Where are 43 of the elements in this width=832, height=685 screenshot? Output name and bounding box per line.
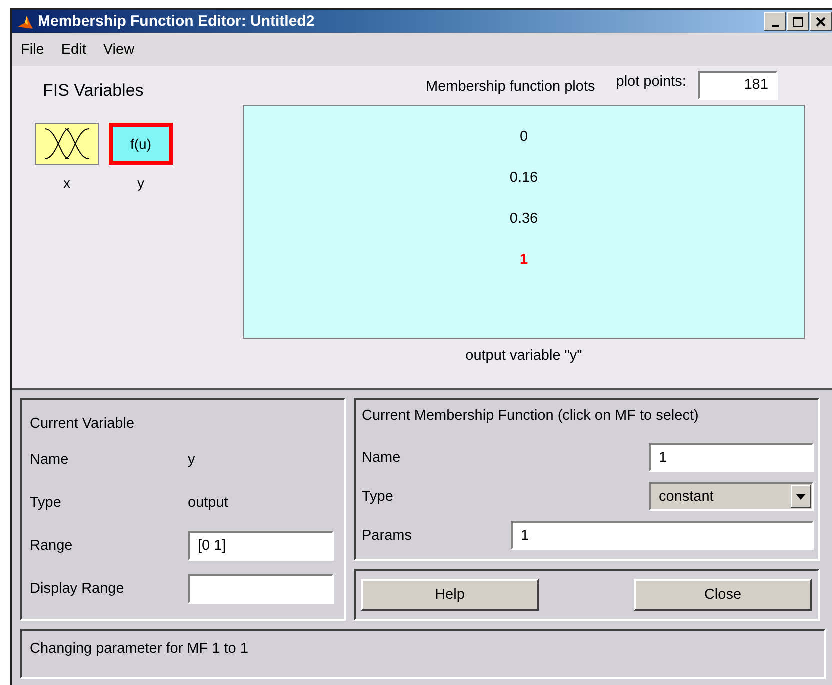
status-text: Changing parameter for MF 1 to 1 xyxy=(30,641,248,657)
menu-item[interactable]: View xyxy=(103,42,135,58)
axis-label: output variable "y" xyxy=(466,348,582,364)
dialog-button[interactable]: Help xyxy=(361,579,539,611)
field-label: Name xyxy=(30,452,70,468)
field-value: output xyxy=(188,494,230,510)
menu-item[interactable]: File xyxy=(21,42,44,58)
field-label: Type xyxy=(30,494,62,510)
plot-points-field[interactable]: 181 xyxy=(698,70,778,100)
mf-label[interactable]: 0 xyxy=(520,128,528,147)
close-icon xyxy=(815,16,827,28)
field-label: Type xyxy=(362,488,394,504)
curves-icon xyxy=(43,127,91,161)
variable-button[interactable]: f(u) xyxy=(109,123,173,165)
maximize-icon xyxy=(792,16,804,28)
field-value: y xyxy=(188,452,196,468)
dialog-button[interactable]: Close xyxy=(634,579,812,611)
mf-label[interactable]: 0.36 xyxy=(510,210,538,229)
field-label: Display Range xyxy=(30,580,126,596)
field-label: Params xyxy=(362,528,413,544)
panel-title: Current Variable xyxy=(30,416,136,432)
field-label: plot points: xyxy=(616,74,686,90)
variable-label: y xyxy=(138,175,144,191)
mf-label[interactable]: 1 xyxy=(520,251,528,270)
type-dropdown[interactable]: constant xyxy=(649,482,814,511)
section-title: FIS Variables xyxy=(43,81,144,101)
mf-label[interactable]: 0.16 xyxy=(510,169,538,188)
display-range-field[interactable] xyxy=(188,574,334,604)
plot-title: Membership function plots xyxy=(426,79,596,95)
minimize-button[interactable] xyxy=(764,12,786,31)
variable-label: x xyxy=(64,175,70,191)
menu-item[interactable]: Edit xyxy=(61,42,86,58)
field-label: Range xyxy=(30,538,74,554)
field-label: Name xyxy=(362,450,402,466)
maximize-button[interactable] xyxy=(787,12,809,31)
range-field[interactable]: [0 1] xyxy=(188,530,334,560)
params-field[interactable]: 1 xyxy=(511,521,814,550)
window-title: Membership Function Editor: Untitled2 xyxy=(38,13,316,30)
minimize-icon xyxy=(772,25,778,27)
close-button[interactable] xyxy=(810,12,832,31)
panel-title: Current Membership Function (click on MF to select) xyxy=(362,408,700,426)
variable-button[interactable] xyxy=(35,123,99,165)
name-field[interactable]: 1 xyxy=(649,443,814,472)
